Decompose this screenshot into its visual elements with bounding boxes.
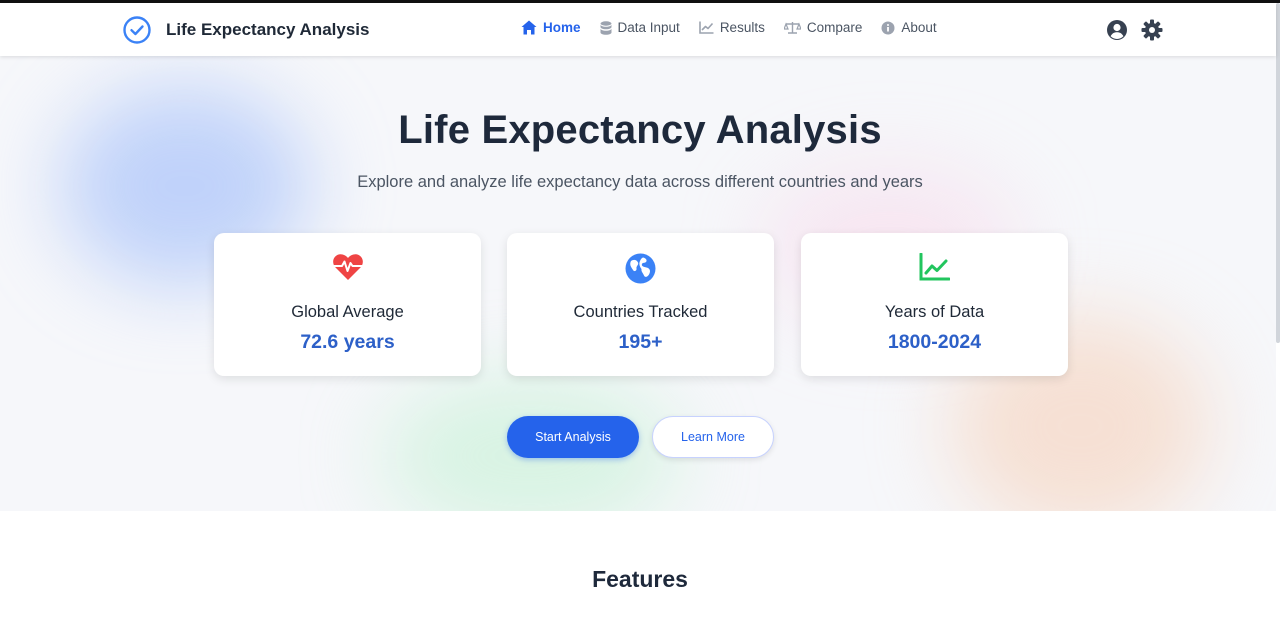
nav-link-home[interactable]: Home <box>521 20 581 35</box>
hero-title: Life Expectancy Analysis <box>398 108 882 152</box>
nav-link-label: Home <box>543 20 581 35</box>
stat-card-countries-tracked: Countries Tracked 195+ <box>507 233 774 376</box>
navbar: Life Expectancy Analysis Home Data Input <box>0 3 1276 56</box>
nav-link-label: Data Input <box>617 20 680 35</box>
nav-link-label: Compare <box>806 20 863 35</box>
learn-more-button[interactable]: Learn More <box>652 416 774 458</box>
heartbeat-icon <box>214 253 481 281</box>
stat-card-years-of-data: Years of Data 1800-2024 <box>801 233 1068 376</box>
nav-link-compare[interactable]: Compare <box>783 20 863 35</box>
database-icon <box>600 20 612 35</box>
stat-value: 1800-2024 <box>887 331 982 353</box>
nav-link-results[interactable]: Results <box>699 20 765 35</box>
nav-link-data-input[interactable]: Data Input <box>600 20 680 35</box>
balance-scale-icon <box>783 21 801 34</box>
nav-link-label: Results <box>719 20 765 35</box>
nav-actions <box>1106 19 1163 46</box>
brand-name: Life Expectancy Analysis <box>166 20 370 39</box>
chart-line-icon <box>801 253 1068 281</box>
gear-icon[interactable] <box>1141 19 1163 46</box>
check-circle-icon <box>122 15 152 45</box>
stat-label: Global Average <box>291 303 404 321</box>
hero-subtitle: Explore and analyze life expectancy data… <box>357 173 923 191</box>
stat-label: Countries Tracked <box>573 303 708 321</box>
start-analysis-button[interactable]: Start Analysis <box>507 416 639 458</box>
line-chart-icon <box>699 21 714 34</box>
globe-icon <box>507 253 774 284</box>
scrollbar[interactable] <box>1276 3 1280 343</box>
stat-value: 72.6 years <box>300 331 395 353</box>
home-icon <box>521 20 537 35</box>
nav-link-label: About <box>901 20 937 35</box>
nav-link-about[interactable]: About <box>881 20 937 35</box>
info-circle-icon <box>881 21 895 35</box>
user-circle-icon[interactable] <box>1106 19 1128 46</box>
stat-card-global-average: Global Average 72.6 years <box>214 233 481 376</box>
brand-link[interactable]: Life Expectancy Analysis <box>122 15 369 45</box>
features-title: Features <box>592 566 688 592</box>
hero-section: Life Expectancy Analysis Explore and ana… <box>0 56 1276 511</box>
stat-label: Years of Data <box>884 303 985 321</box>
nav-links: Home Data Input Results Compare About <box>521 20 956 35</box>
stat-value: 195+ <box>618 331 663 353</box>
